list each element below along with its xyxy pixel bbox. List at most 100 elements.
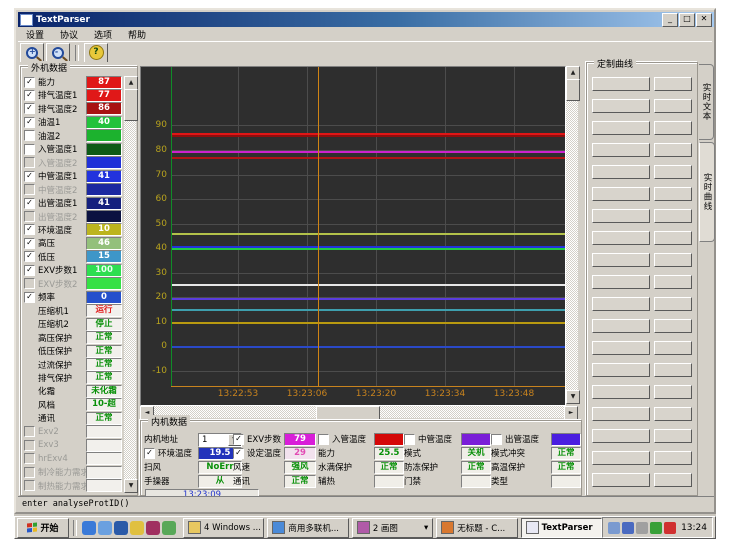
curve-slot-button[interactable]: [654, 275, 692, 289]
explorer-icon[interactable]: [162, 521, 176, 535]
curve-slot-button[interactable]: [654, 407, 692, 421]
curve-slot-button[interactable]: [592, 187, 650, 201]
curve-slot-button[interactable]: [592, 165, 650, 179]
curve-slot-button[interactable]: [592, 319, 650, 333]
checkbox[interactable]: [24, 467, 35, 478]
checkbox[interactable]: ✓: [24, 251, 35, 262]
checkbox[interactable]: [24, 440, 35, 451]
printer-icon[interactable]: [608, 522, 620, 534]
curve-slot-button[interactable]: [592, 99, 650, 113]
menu-item-protocol[interactable]: 协议: [52, 28, 86, 41]
help-button[interactable]: ?: [84, 43, 108, 63]
tab-realtime-text[interactable]: 实时文本: [699, 64, 714, 140]
scroll-down-icon[interactable]: ▼: [124, 479, 138, 493]
checkbox[interactable]: ✓: [24, 224, 35, 235]
checkbox[interactable]: [24, 453, 35, 464]
checkbox[interactable]: [318, 434, 329, 445]
curve-slot-button[interactable]: [654, 77, 692, 91]
close-button[interactable]: ✕: [696, 13, 712, 27]
scrollbar-thumb[interactable]: [124, 89, 138, 121]
chevron-down-icon[interactable]: ▾: [424, 523, 428, 533]
network-icon[interactable]: [636, 522, 648, 534]
email-icon[interactable]: [98, 521, 112, 535]
curve-slot-button[interactable]: [592, 275, 650, 289]
alert-icon[interactable]: [664, 522, 676, 534]
curve-slot-button[interactable]: [592, 231, 650, 245]
curve-slot-button[interactable]: [654, 363, 692, 377]
checkbox[interactable]: [24, 278, 35, 289]
checkbox[interactable]: ✓: [24, 103, 35, 114]
title-bar[interactable]: TextParser _ □ ✕: [18, 12, 714, 27]
curve-slot-button[interactable]: [654, 451, 692, 465]
chevron-down-icon[interactable]: ▾: [264, 523, 265, 533]
chart-vertical-scrollbar[interactable]: ▲ ▼: [566, 66, 578, 404]
checkbox[interactable]: ✓: [24, 77, 35, 88]
menu-item-options[interactable]: 选项: [86, 28, 120, 41]
checkbox[interactable]: [24, 211, 35, 222]
checkbox[interactable]: ✓: [233, 434, 244, 445]
curve-slot-button[interactable]: [654, 121, 692, 135]
taskbar-button[interactable]: TextParser: [521, 518, 602, 538]
curve-slot-button[interactable]: [654, 429, 692, 443]
scroll-up-icon[interactable]: ▲: [124, 76, 138, 90]
checkbox[interactable]: [24, 130, 35, 141]
curve-slot-button[interactable]: [592, 451, 650, 465]
checkbox[interactable]: [24, 426, 35, 437]
start-button[interactable]: 开始: [17, 518, 69, 538]
curve-slot-button[interactable]: [654, 385, 692, 399]
checkbox[interactable]: ✓: [24, 292, 35, 303]
chart-scroll-right-icon[interactable]: ►: [564, 406, 578, 420]
volume-icon[interactable]: [622, 522, 634, 534]
curve-slot-button[interactable]: [592, 209, 650, 223]
curve-slot-button[interactable]: [654, 99, 692, 113]
curve-slot-button[interactable]: [592, 341, 650, 355]
chart-cursor[interactable]: [318, 67, 319, 386]
curve-slot-button[interactable]: [654, 231, 692, 245]
curve-slot-button[interactable]: [654, 209, 692, 223]
tab-realtime-curve[interactable]: 实时曲线: [699, 142, 715, 242]
checkbox[interactable]: [24, 480, 35, 491]
media-player-icon[interactable]: [146, 521, 160, 535]
taskbar-button[interactable]: 4 Windows ...▾: [183, 518, 264, 538]
chart-plot[interactable]: 9080706050403020100-1013:22:5313:23:0613…: [140, 66, 566, 406]
curve-slot-button[interactable]: [592, 363, 650, 377]
menu-item-help[interactable]: 帮助: [120, 28, 154, 41]
checkbox[interactable]: ✓: [24, 265, 35, 276]
outdoor-scrollbar[interactable]: ▲ ▼: [124, 76, 136, 493]
chart-hscroll-thumb[interactable]: [316, 406, 380, 420]
antivirus-icon[interactable]: [650, 522, 662, 534]
curve-slot-button[interactable]: [592, 77, 650, 91]
messenger-icon[interactable]: [130, 521, 144, 535]
checkbox[interactable]: ✓: [24, 171, 35, 182]
taskbar-button[interactable]: 无标题 - C...: [436, 518, 517, 538]
checkbox[interactable]: [24, 157, 35, 168]
minimize-button[interactable]: _: [662, 13, 678, 27]
curve-slot-button[interactable]: [592, 473, 650, 487]
checkbox[interactable]: ✓: [24, 90, 35, 101]
checkbox[interactable]: ✓: [24, 198, 35, 209]
checkbox[interactable]: ✓: [24, 117, 35, 128]
curve-slot-button[interactable]: [654, 187, 692, 201]
curve-slot-button[interactable]: [654, 473, 692, 487]
curve-slot-button[interactable]: [592, 143, 650, 157]
curve-slot-button[interactable]: [592, 121, 650, 135]
zoom-out-button[interactable]: -: [46, 43, 70, 63]
checkbox[interactable]: [24, 184, 35, 195]
taskbar-button[interactable]: 商用多联机...: [267, 518, 348, 538]
curve-slot-button[interactable]: [592, 385, 650, 399]
curve-slot-button[interactable]: [592, 407, 650, 421]
menu-item-settings[interactable]: 设置: [18, 28, 52, 41]
checkbox[interactable]: [404, 434, 415, 445]
chart-vscroll-thumb[interactable]: [566, 79, 580, 101]
curve-slot-button[interactable]: [654, 341, 692, 355]
curve-slot-button[interactable]: [654, 319, 692, 333]
maximize-button[interactable]: □: [679, 13, 695, 27]
chart-horizontal-scrollbar[interactable]: ◄ ►: [140, 406, 578, 418]
checkbox[interactable]: ✓: [233, 448, 244, 459]
curve-slot-button[interactable]: [654, 165, 692, 179]
curve-slot-button[interactable]: [592, 297, 650, 311]
curve-slot-button[interactable]: [654, 253, 692, 267]
ie-icon[interactable]: [82, 521, 96, 535]
checkbox[interactable]: [24, 144, 35, 155]
curve-slot-button[interactable]: [592, 253, 650, 267]
